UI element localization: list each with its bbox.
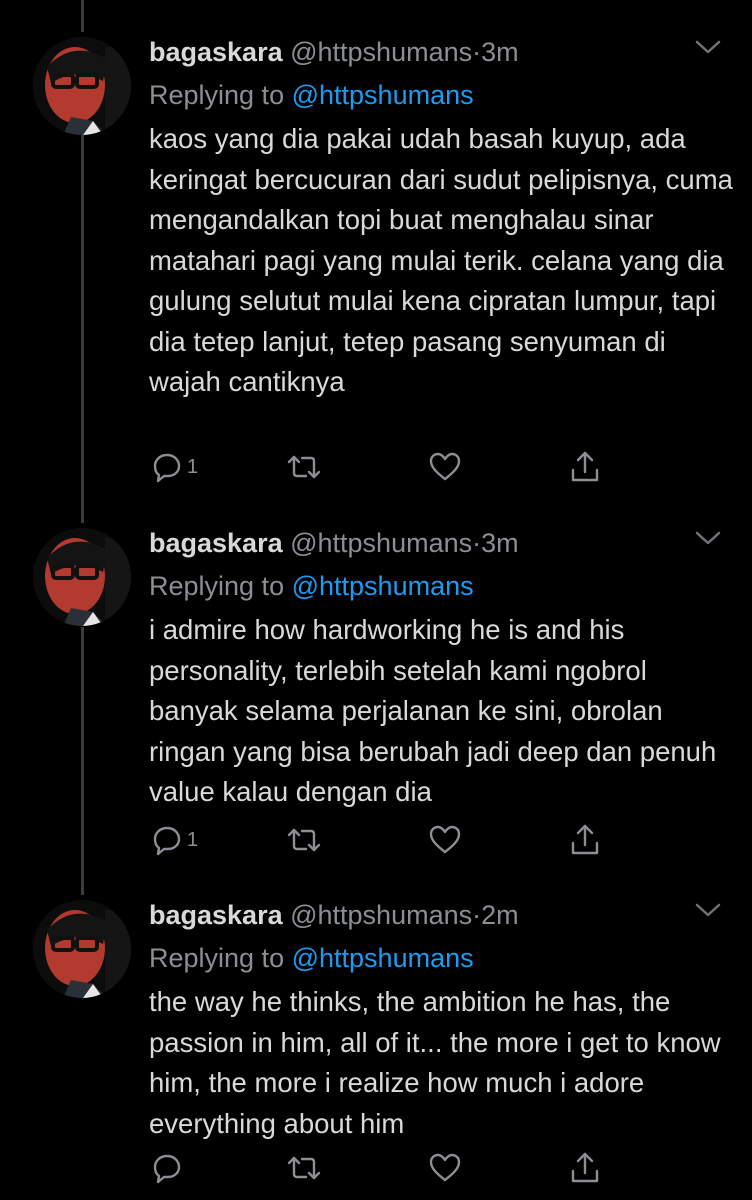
replying-to: Replying to @httpshumans (149, 941, 474, 975)
timestamp[interactable]: 3m (481, 528, 519, 558)
tweet[interactable]: bagaskara @httpshumans·2m Replying to @h… (0, 900, 752, 1200)
replying-to: Replying to @httpshumans (149, 78, 474, 112)
thread-line (81, 0, 84, 32)
tweet-actions: 1 (149, 822, 709, 858)
tweet-header: bagaskara @httpshumans·2m (149, 898, 519, 932)
like-icon (428, 1152, 462, 1184)
replying-to-label: Replying to (149, 80, 285, 110)
tweet[interactable]: bagaskara @httpshumans·3m Replying to @h… (0, 37, 752, 487)
chevron-down-icon[interactable] (693, 528, 723, 548)
share-icon (569, 823, 601, 857)
user-handle[interactable]: @httpshumans (290, 528, 472, 558)
share-button[interactable] (569, 1150, 601, 1186)
reply-button[interactable] (151, 1150, 187, 1186)
tweet-text: kaos yang dia pakai udah basah kuyup, ad… (149, 123, 733, 397)
display-name[interactable]: bagaskara (149, 528, 283, 558)
retweet-icon (286, 1152, 322, 1184)
retweet-icon (286, 451, 322, 483)
replying-to-mention[interactable]: @httpshumans (292, 943, 474, 973)
share-icon (569, 450, 601, 484)
reply-button[interactable]: 1 (151, 449, 198, 485)
chevron-down-icon[interactable] (693, 900, 723, 920)
replying-to-mention[interactable]: @httpshumans (292, 80, 474, 110)
tweet-header: bagaskara @httpshumans·3m (149, 35, 519, 69)
like-button[interactable] (428, 1150, 462, 1186)
like-button[interactable] (428, 822, 462, 858)
retweet-button[interactable] (286, 449, 322, 485)
separator-dot: · (472, 37, 482, 67)
reply-button[interactable]: 1 (151, 822, 198, 858)
separator-dot: · (472, 528, 482, 558)
like-icon (428, 451, 462, 483)
replying-to-label: Replying to (149, 571, 285, 601)
share-button[interactable] (569, 822, 601, 858)
reply-icon (151, 824, 183, 856)
retweet-button[interactable] (286, 822, 322, 858)
timestamp[interactable]: 2m (481, 900, 519, 930)
like-button[interactable] (428, 449, 462, 485)
chevron-down-icon[interactable] (693, 37, 723, 57)
like-icon (428, 824, 462, 856)
retweet-button[interactable] (286, 1150, 322, 1186)
separator-dot: · (472, 900, 482, 930)
retweet-icon (286, 824, 322, 856)
tweet-header: bagaskara @httpshumans·3m (149, 526, 519, 560)
avatar[interactable] (33, 528, 131, 626)
reply-count: 1 (187, 455, 199, 478)
tweet-actions (149, 1150, 709, 1186)
display-name[interactable]: bagaskara (149, 37, 283, 67)
avatar[interactable] (33, 900, 131, 998)
tweet-text: the way he thinks, the ambition he has, … (149, 986, 721, 1139)
reply-icon (151, 1152, 183, 1184)
tweet[interactable]: bagaskara @httpshumans·3m Replying to @h… (0, 528, 752, 868)
share-icon (569, 1151, 601, 1185)
share-button[interactable] (569, 449, 601, 485)
reply-icon (151, 451, 183, 483)
display-name[interactable]: bagaskara (149, 900, 283, 930)
tweet-actions: 1 (149, 449, 709, 485)
replying-to-mention[interactable]: @httpshumans (292, 571, 474, 601)
avatar[interactable] (33, 37, 131, 135)
user-handle[interactable]: @httpshumans (290, 37, 472, 67)
user-handle[interactable]: @httpshumans (290, 900, 472, 930)
replying-to: Replying to @httpshumans (149, 569, 474, 603)
replying-to-label: Replying to (149, 943, 285, 973)
tweet-text: i admire how hardworking he is and his p… (149, 614, 717, 807)
reply-count: 1 (187, 828, 199, 851)
timestamp[interactable]: 3m (481, 37, 519, 67)
